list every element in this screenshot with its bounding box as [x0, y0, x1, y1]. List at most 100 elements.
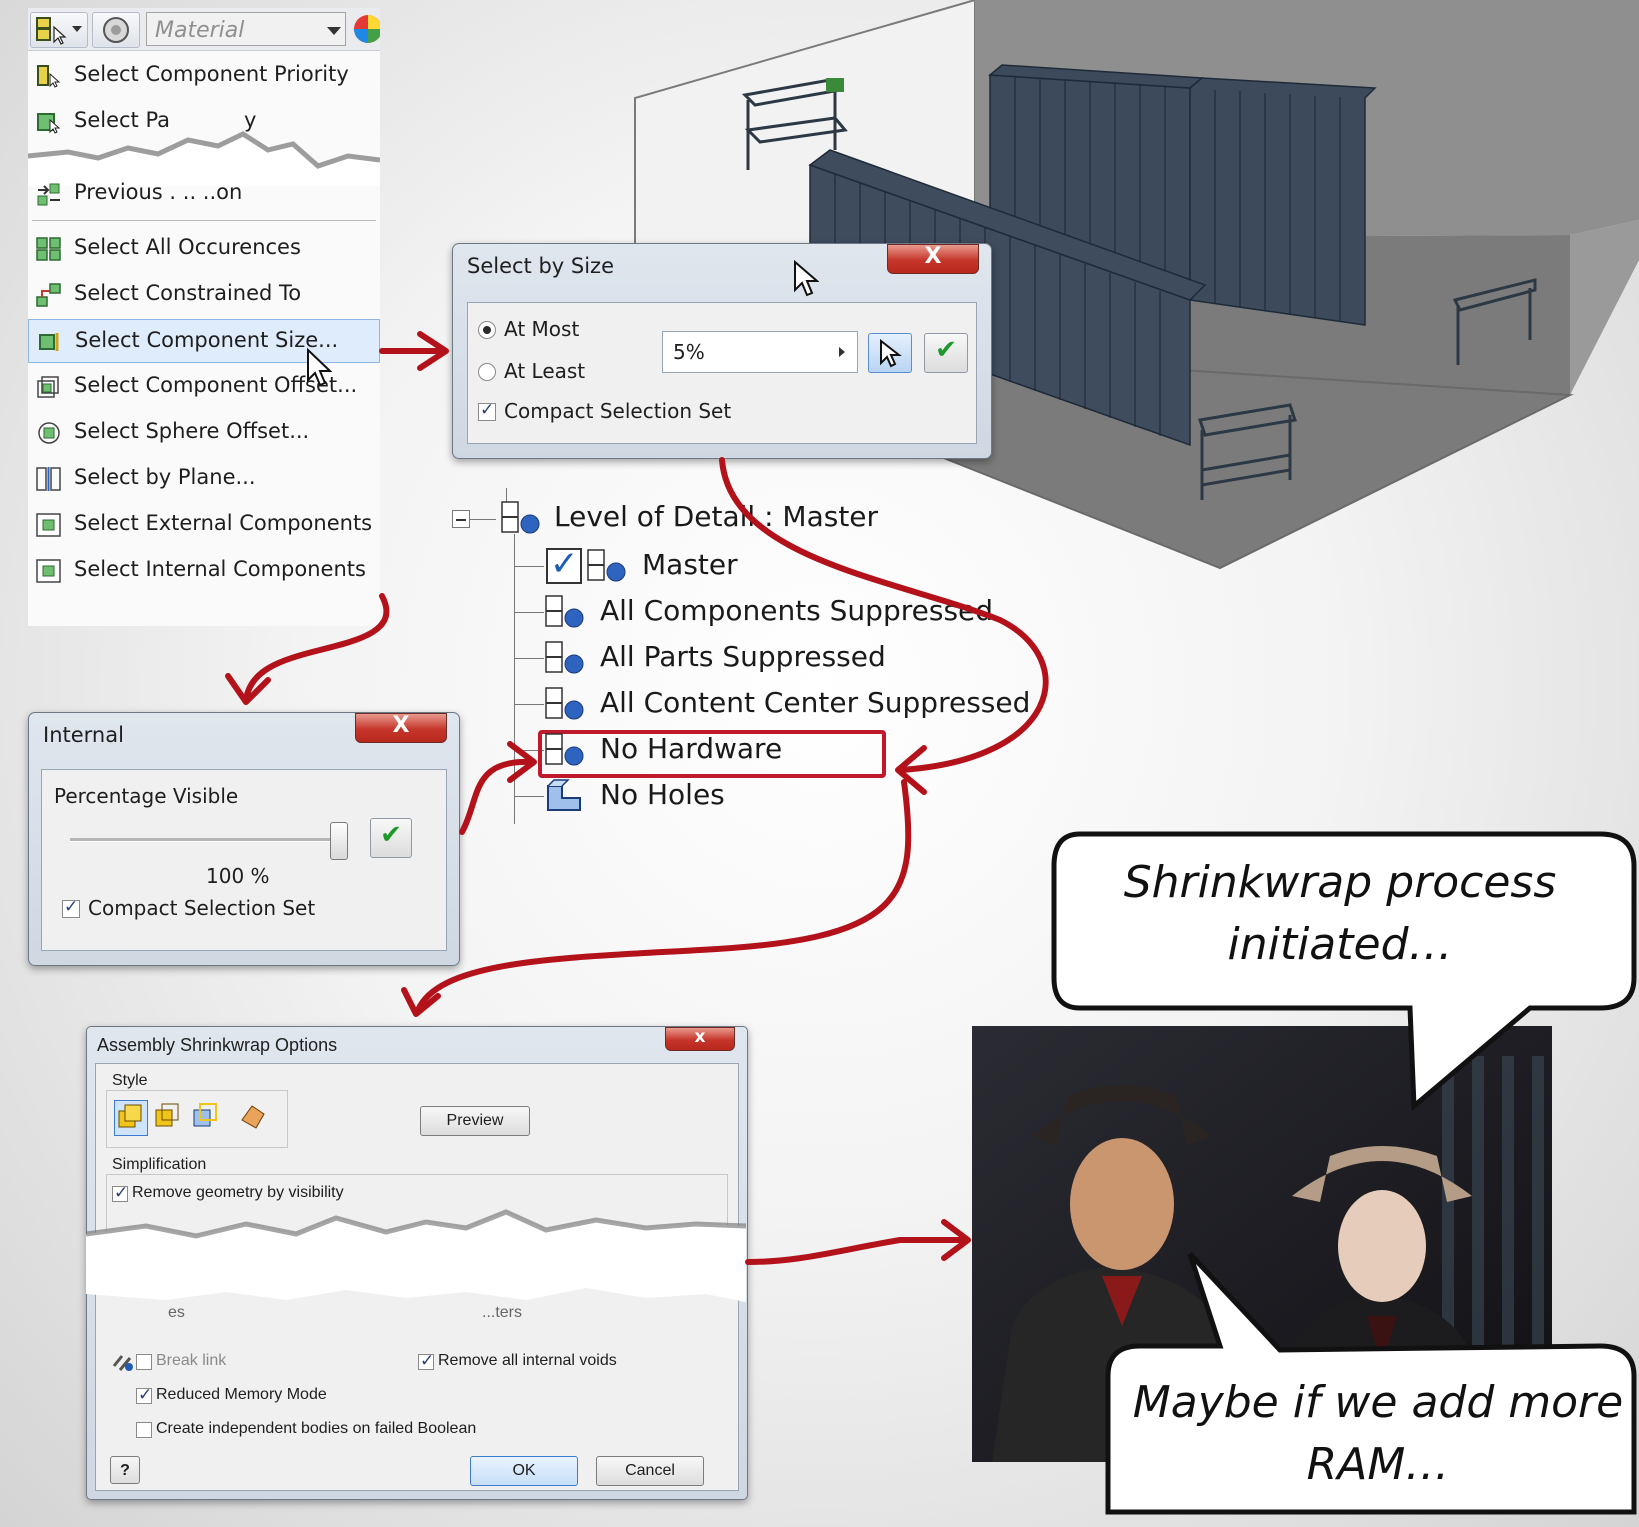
remove-voids-label: Remove all internal voids	[438, 1352, 617, 1369]
close-button[interactable]: X	[887, 244, 979, 274]
shrinkwrap-options-dialog: Assembly Shrinkwrap Options x Style Prev…	[86, 1026, 748, 1500]
close-button[interactable]: x	[665, 1027, 735, 1051]
select-by-size-dialog: Select by Size X At Most At Least Compac…	[452, 243, 992, 459]
speech-line: RAM…	[1306, 1439, 1450, 1490]
menu-item-label: Select Constrained To	[74, 281, 302, 305]
menu-item-label: Select External Components	[74, 511, 373, 535]
appearance-sphere-icon	[103, 17, 129, 43]
compact-selection-checkbox[interactable]	[478, 400, 496, 421]
apply-button[interactable]: ✔	[924, 333, 968, 373]
percentage-slider-thumb[interactable]	[330, 822, 348, 860]
menu-item-label: Select Component Size...	[75, 328, 339, 352]
menu-item-label: Select Internal Components	[74, 557, 366, 581]
torn-edge-decoration	[86, 1209, 746, 1302]
pick-button[interactable]	[868, 333, 912, 373]
sphere-offset-icon	[38, 422, 60, 444]
constrained-to-icon	[36, 283, 61, 307]
menu-item-constrained-to[interactable]: Select Constrained To	[28, 273, 380, 317]
menu-item-sphere-offset[interactable]: Select Sphere Offset...	[28, 411, 380, 455]
mouse-cursor-icon	[794, 260, 819, 297]
compact-selection-label: Compact Selection Set	[88, 896, 316, 920]
menu-item-label: Select All Occurences	[74, 235, 301, 259]
ok-button[interactable]: OK	[470, 1456, 578, 1486]
remove-voids-checkbox[interactable]	[418, 1351, 434, 1371]
independent-bodies-label: Create independent bodies on failed Bool…	[156, 1420, 477, 1437]
speech-line: Shrinkwrap process	[1123, 857, 1557, 908]
menu-item-label: Select Sphere Offset...	[74, 419, 310, 443]
percentage-value: 100 %	[206, 864, 270, 888]
menu-item-previous-selection[interactable]: Previous . .. ..on	[28, 172, 380, 216]
tree-connector	[514, 796, 544, 797]
color-wheel-icon[interactable]	[350, 12, 380, 46]
tree-item-no-hardware[interactable]: No Hardware	[600, 732, 782, 765]
select-priority-dropdown[interactable]	[30, 12, 88, 48]
tree-item-all-components-suppressed[interactable]: All Components Suppressed	[600, 594, 993, 627]
select-priority-icon	[36, 17, 67, 45]
help-button[interactable]: ?	[110, 1456, 140, 1484]
simplification-label: Simplification	[112, 1156, 207, 1173]
cancel-button[interactable]: Cancel	[596, 1456, 704, 1486]
torn-fragment-right: ...ters	[482, 1304, 523, 1321]
at-least-label: At Least	[504, 359, 586, 383]
speech-bubble-top-text: Shrinkwrap process initiated…	[1070, 852, 1610, 976]
plane-icon	[36, 467, 61, 491]
lod-icon	[545, 595, 584, 628]
selection-toolbar: Material	[28, 8, 380, 51]
independent-bodies-checkbox[interactable]	[136, 1422, 152, 1438]
previous-selection-icon	[37, 183, 60, 206]
style-option-1[interactable]	[114, 1100, 148, 1136]
menu-item-external-components[interactable]: Select External Components	[28, 503, 380, 547]
compact-selection-checkbox[interactable]	[62, 897, 80, 918]
master-checkbox[interactable]: ✓	[546, 544, 582, 584]
at-most-label: At Most	[504, 317, 580, 341]
tree-item-all-parts-suppressed[interactable]: All Parts Suppressed	[600, 640, 886, 673]
style-single-solid-icon	[118, 1104, 142, 1128]
menu-item-label: Select by Plane...	[74, 465, 256, 489]
reduced-memory-label: Reduced Memory Mode	[156, 1386, 327, 1403]
speech-bubble-bottom-text: Maybe if we add more RAM…	[1118, 1372, 1638, 1496]
break-link-label: Break link	[156, 1352, 227, 1369]
apply-button[interactable]: ✔	[370, 818, 412, 858]
close-icon: X	[392, 713, 410, 738]
tree-connector	[470, 519, 496, 520]
tree-item-content-center-suppressed[interactable]: All Content Center Suppressed	[600, 686, 1030, 719]
style-option-4[interactable]	[238, 1100, 270, 1134]
style-label: Style	[112, 1072, 148, 1089]
percentage-visible-label: Percentage Visible	[54, 784, 239, 808]
menu-item-component-priority[interactable]: Select Component Priority	[28, 54, 380, 98]
chevron-down-icon	[72, 26, 82, 32]
lod-icon	[545, 687, 584, 720]
dialog-body: Percentage Visible ✔ 100 % Compact Selec…	[41, 769, 447, 951]
collapse-toggle[interactable]	[452, 510, 470, 528]
component-size-icon	[39, 333, 59, 351]
chevron-right-icon	[839, 347, 845, 357]
checkmark-icon: ✔	[380, 820, 402, 850]
at-most-radio[interactable]	[478, 321, 496, 339]
dialog-title: Select by Size	[467, 254, 614, 278]
mouse-cursor-icon	[307, 348, 332, 387]
close-icon: x	[694, 1027, 706, 1047]
at-least-radio[interactable]	[478, 363, 496, 381]
remove-visibility-checkbox[interactable]	[112, 1183, 128, 1203]
lod-icon	[545, 641, 584, 674]
preview-button[interactable]: Preview	[420, 1106, 530, 1136]
menu-item-internal-components[interactable]: Select Internal Components	[28, 549, 380, 593]
percentage-slider-track[interactable]	[70, 838, 340, 842]
dialog-body: Style Preview Simplification Remove geom…	[86, 1063, 746, 1491]
menu-item-label: Select Component Priority	[74, 62, 349, 86]
dialog-title: Assembly Shrinkwrap Options	[97, 1035, 338, 1055]
menu-item-by-plane[interactable]: Select by Plane...	[28, 457, 380, 501]
menu-item-all-occurences[interactable]: Select All Occurences	[28, 227, 380, 271]
menu-separator	[32, 220, 376, 221]
style-option-3[interactable]	[190, 1100, 222, 1134]
tree-item-master[interactable]: Master	[642, 548, 738, 581]
close-button[interactable]: X	[355, 713, 447, 743]
break-link-checkbox[interactable]	[136, 1354, 152, 1370]
tree-item-no-holes[interactable]: No Holes	[600, 778, 725, 811]
pointer-icon	[880, 339, 902, 368]
material-select[interactable]: Material	[146, 12, 346, 46]
appearance-button[interactable]	[92, 12, 140, 48]
reduced-memory-checkbox[interactable]	[136, 1385, 152, 1405]
size-value-input[interactable]: 5%	[662, 331, 858, 373]
style-option-2[interactable]	[152, 1100, 184, 1134]
